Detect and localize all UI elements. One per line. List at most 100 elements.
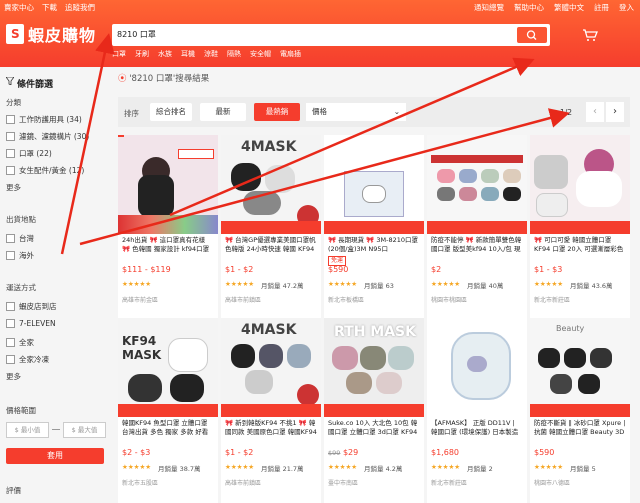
- product-name: Suke.co 10入 大北色 10包 韓國口罩 立體口罩 3d口罩 KF94 …: [328, 419, 418, 436]
- product-sold: 月銷量 63: [364, 282, 394, 290]
- checkbox[interactable]: [6, 115, 15, 124]
- product-rating: ★★★★★: [122, 280, 152, 288]
- hint-link[interactable]: 涼鞋: [204, 49, 218, 59]
- notifications-link[interactable]: 通知總覽: [474, 2, 504, 13]
- location-label: 海外: [19, 251, 34, 260]
- category-more-link[interactable]: 更多: [6, 182, 21, 193]
- topbar-right-links: 通知總覽 幫助中心 繁體中文 註冊 登入: [474, 2, 634, 13]
- search-button[interactable]: [517, 27, 547, 43]
- product-price: $590: [328, 265, 349, 274]
- checkbox[interactable]: [6, 319, 15, 328]
- checkbox[interactable]: [6, 132, 15, 141]
- checkbox[interactable]: [6, 355, 15, 364]
- product-sold: 月銷量 40萬: [467, 282, 504, 290]
- product-location: 新北市板橋區: [328, 297, 365, 304]
- product-rating: ★★★★★: [328, 280, 358, 288]
- product-sold: 月銷量 47.2萬: [261, 282, 304, 290]
- shipping-option[interactable]: 全家: [6, 337, 34, 348]
- category-option[interactable]: 工作防護用具 (34): [6, 114, 82, 125]
- shipping-option[interactable]: 7-ELEVEN: [6, 319, 56, 328]
- shopee-logo[interactable]: 蝦皮購物: [6, 22, 96, 46]
- product-card[interactable]: 【AFMASK】 正版 DD11V | 韓國口罩 (環境保護) 日本製造 $1,…: [427, 318, 527, 503]
- price-sort-select[interactable]: 價格 ⌄: [306, 103, 406, 121]
- product-card[interactable]: 🎀 長期現貨 🎀 3M-8210口罩 (20個/盒)3M N95口 免運 $59…: [324, 135, 424, 320]
- download-link[interactable]: 下載: [42, 2, 57, 13]
- product-image: [118, 135, 218, 234]
- hint-link[interactable]: 牙刷: [135, 49, 149, 59]
- hint-link[interactable]: 口罩: [112, 49, 126, 59]
- checkbox[interactable]: [6, 166, 15, 175]
- login-link[interactable]: 登入: [619, 2, 634, 13]
- checkbox[interactable]: [6, 338, 15, 347]
- follow-us-link[interactable]: 追蹤我們: [65, 2, 95, 13]
- hint-link[interactable]: 耳機: [181, 49, 195, 59]
- product-name: 防疫不斷貨 ‖ 冰砂口罩 Xpure | 抗菌 韓國立體口罩 Beauty 3D: [534, 419, 626, 436]
- sort-latest-button[interactable]: 最新: [200, 103, 246, 121]
- category-option[interactable]: 口罩 (22): [6, 148, 52, 159]
- checkbox[interactable]: [6, 149, 15, 158]
- sort-bar: 排序 綜合排名 最新 最熱銷 價格 ⌄ 1/2 ‹ ›: [118, 97, 630, 127]
- location-option[interactable]: 海外: [6, 250, 34, 261]
- search-bar[interactable]: 8210 口罩: [112, 24, 550, 46]
- category-label: 濾鏡、濾鏡構片 (30): [19, 132, 90, 141]
- search-hints: 口罩 牙刷 水族 耳機 涼鞋 隔熱 安全帽 電扇插: [112, 49, 301, 59]
- product-card[interactable]: 4MASK 🎀 台灣GP優選專業美國口罩帆 色韓版 24小時快速 韓國 KF94…: [221, 135, 321, 320]
- bulb-icon: ⦿: [118, 74, 127, 84]
- product-price: $1,680: [431, 448, 459, 457]
- shipping-more-link[interactable]: 更多: [6, 371, 21, 382]
- product-image: 4MASK: [221, 318, 321, 417]
- chevron-down-icon: ⌄: [393, 107, 400, 116]
- product-card[interactable]: 24h出貨 🎀 這口罩真有花樣 🎀 色韓國 獨家設計 kf94口罩 一.. $1…: [118, 135, 218, 320]
- product-location: 桃園市八德區: [534, 480, 571, 487]
- hint-link[interactable]: 隔熱: [227, 49, 241, 59]
- shipping-option[interactable]: 蝦皮店到店: [6, 301, 57, 312]
- help-center-link[interactable]: 幫助中心: [514, 2, 544, 13]
- hint-link[interactable]: 水族: [158, 49, 172, 59]
- checkbox[interactable]: [6, 251, 15, 260]
- shopping-bag-icon: [6, 24, 24, 44]
- hint-link[interactable]: 安全帽: [250, 49, 271, 59]
- register-link[interactable]: 註冊: [594, 2, 609, 13]
- sort-top-sales-button[interactable]: 最熱銷: [254, 103, 300, 121]
- product-price: $1 - $2: [225, 265, 254, 274]
- product-card[interactable]: RTH MASK Suke.co 10入 大北色 10包 韓國口罩 立體口罩 3…: [324, 318, 424, 503]
- next-page-button[interactable]: ›: [606, 102, 624, 122]
- search-input[interactable]: 8210 口罩: [117, 29, 156, 40]
- prev-page-button[interactable]: ‹: [586, 102, 604, 122]
- product-image: 4MASK: [221, 135, 321, 234]
- sort-relevance-button[interactable]: 綜合排名: [150, 103, 192, 121]
- price-max-input[interactable]: $ 最大值: [63, 422, 106, 438]
- product-image: [427, 318, 527, 417]
- product-rating: ★★★★★: [431, 280, 461, 288]
- product-card[interactable]: Beauty 防疫不斷貨 ‖ 冰砂口罩 Xpure | 抗菌 韓國立體口罩 Be…: [530, 318, 630, 503]
- shipping-label: 全家: [19, 338, 34, 347]
- category-option[interactable]: 濾鏡、濾鏡構片 (30): [6, 131, 89, 142]
- product-location: 高雄市前鎮區: [225, 480, 262, 487]
- hint-link[interactable]: 電扇插: [280, 49, 301, 59]
- product-rating: ★★★★★: [122, 463, 152, 471]
- product-image: [324, 135, 424, 234]
- product-card[interactable]: KF94 MASK 韓國KF94 魚型口罩 立體口罩 台灣出貨 多色 獨家 多款…: [118, 318, 218, 503]
- product-rating: ★★★★★: [534, 463, 564, 471]
- product-name: 🎀 新到韓版KF94 不挑1 🎀 韓國同款 美國原色口罩 韓國KF94 9D: [225, 419, 317, 436]
- product-card[interactable]: 防疫不能停 🎀 新款簡單雙色韓國口罩 版型美kf94 10入/包 現貨 $2 ★…: [427, 135, 527, 320]
- checkbox[interactable]: [6, 234, 15, 243]
- category-option[interactable]: 女生配件/黃金 (12): [6, 165, 84, 176]
- language-select[interactable]: 繁體中文: [554, 2, 584, 13]
- price-min-input[interactable]: $ 最小值: [6, 422, 49, 438]
- checkbox[interactable]: [6, 302, 15, 311]
- product-card[interactable]: 🎀 可口可愛 韓國立體口罩KF94 口罩 20入 可選漸層彩色韓國人氣口罩 $1…: [530, 135, 630, 320]
- seller-center-link[interactable]: 賣家中心: [4, 2, 34, 13]
- product-image: RTH MASK: [324, 318, 424, 417]
- results-title: ⦿ '8210 口罩'搜尋結果: [118, 72, 209, 84]
- location-option[interactable]: 台灣: [6, 233, 34, 244]
- apply-button[interactable]: 套用: [6, 448, 104, 464]
- shipping-option[interactable]: 全家冷凍: [6, 354, 49, 365]
- price-sort-label: 價格: [312, 107, 327, 116]
- filter-sidebar: 條件篩選 分類 工作防護用具 (34) 濾鏡、濾鏡構片 (30) 口罩 (22)…: [0, 67, 112, 499]
- product-card[interactable]: 4MASK 🎀 新到韓版KF94 不挑1 🎀 韓國同款 美國原色口罩 韓國KF9…: [221, 318, 321, 503]
- category-heading: 分類: [6, 98, 21, 107]
- cart-icon[interactable]: [582, 28, 598, 42]
- product-rating: ★★★★★: [534, 280, 564, 288]
- product-name: 韓國KF94 魚型口罩 立體口罩 台灣出貨 多色 獨家 多款 好看韓國: [122, 419, 209, 436]
